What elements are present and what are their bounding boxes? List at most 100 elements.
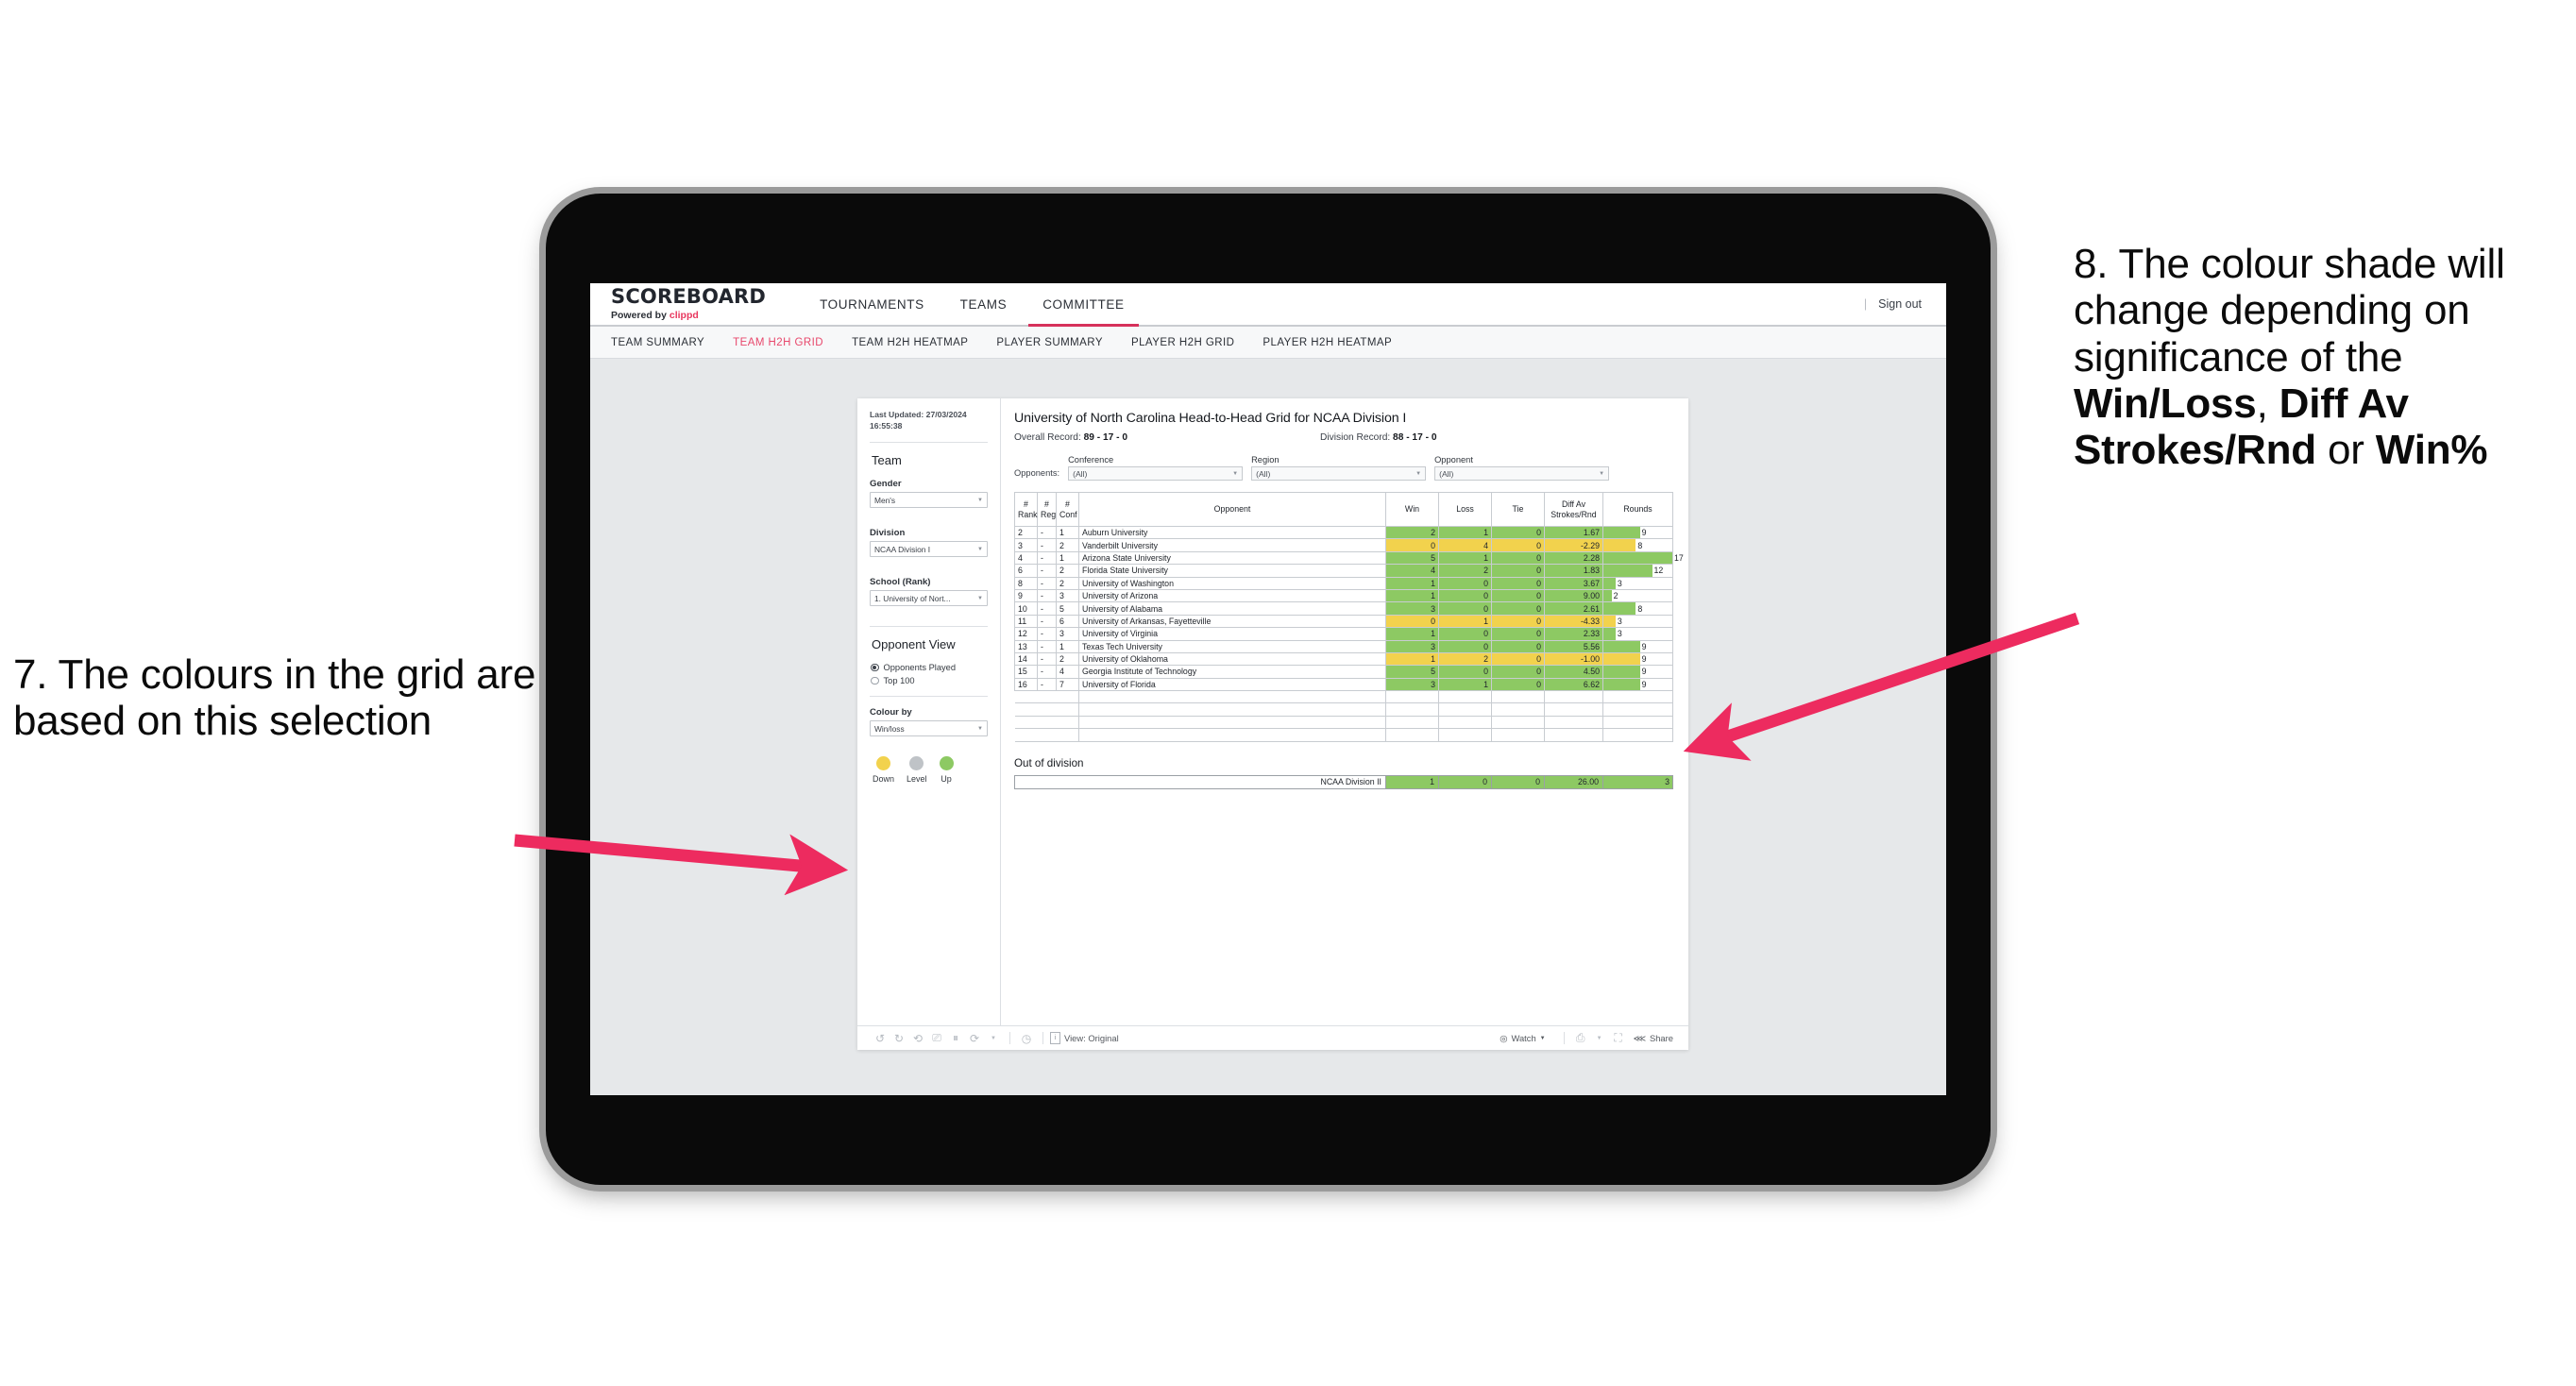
cell-rounds: 3	[1602, 627, 1673, 641]
revert-icon[interactable]: ⟲	[908, 1029, 927, 1048]
filler-cell	[1056, 690, 1079, 704]
rounds-bar	[1603, 527, 1640, 539]
cell-win: 3	[1385, 639, 1439, 653]
tab-player-h2h-grid[interactable]: PLAYER H2H GRID	[1131, 337, 1234, 348]
legend-label-down: Down	[873, 774, 895, 785]
brand-sub-prefix: Powered by	[611, 310, 669, 321]
filler-cell	[1438, 728, 1492, 742]
chevron-down-icon: ▼	[1232, 470, 1239, 477]
rounds-value: 3	[1617, 616, 1622, 626]
fullscreen-icon[interactable]: ⛶	[1609, 1029, 1628, 1048]
pause-icon[interactable]: ⏸	[946, 1029, 965, 1048]
annotation-right-text-2: ,	[2256, 380, 2279, 427]
undo-icon[interactable]: ↺	[871, 1029, 890, 1048]
colour-by-select[interactable]: Win/loss ▼	[870, 720, 988, 737]
cell-loss: 0	[1438, 665, 1492, 679]
gender-select[interactable]: Men's ▼	[870, 492, 988, 509]
out-of-division-table: NCAA Division II 1 0 0 26.00 3	[1014, 774, 1673, 789]
download-icon[interactable]: ⎙	[1571, 1029, 1590, 1048]
cell-reg: -	[1037, 564, 1057, 578]
redo-icon[interactable]: ↻	[890, 1029, 908, 1048]
cell-rounds: 17	[1602, 550, 1684, 566]
cell-rank: 2	[1014, 525, 1038, 540]
rounds-value: 9	[1641, 654, 1647, 665]
cell-win: 3	[1385, 601, 1439, 616]
radio-opponents-played-label: Opponents Played	[883, 663, 957, 673]
filler-cell	[1037, 728, 1057, 742]
cell-rank: 3	[1014, 538, 1038, 552]
school-select[interactable]: 1. University of Nort... ▼	[870, 590, 988, 607]
ood-win: 1	[1385, 774, 1439, 789]
share-button[interactable]: ⋘ Share	[1634, 1033, 1673, 1044]
rounds-value: 8	[1637, 603, 1643, 614]
nav-item-teams[interactable]: TEAMS	[942, 283, 1025, 325]
overall-record-value: 89 - 17 - 0	[1083, 432, 1128, 443]
secondary-nav: TEAM SUMMARY TEAM H2H GRID TEAM H2H HEAT…	[590, 327, 1946, 359]
view-original-button[interactable]: i View: Original	[1050, 1032, 1119, 1044]
cell-diff: -4.33	[1544, 614, 1603, 629]
cell-rounds: 8	[1602, 601, 1673, 616]
tab-team-h2h-grid[interactable]: TEAM H2H GRID	[733, 337, 823, 348]
col-conf: # Conf	[1056, 492, 1079, 527]
rounds-value: 9	[1641, 641, 1647, 651]
toolbar-divider	[1563, 1032, 1565, 1044]
cell-rank: 12	[1014, 627, 1038, 641]
cell-win: 0	[1385, 538, 1439, 552]
table-filler-row	[1014, 690, 1673, 704]
cell-tie: 0	[1491, 550, 1545, 566]
nav-item-committee[interactable]: COMMITTEE	[1025, 283, 1142, 327]
gender-value: Men's	[874, 495, 896, 505]
team-section-title: Team	[872, 453, 902, 468]
radio-opponents-played[interactable]: Opponents Played	[871, 663, 988, 672]
sign-out-link[interactable]: Sign out	[1878, 297, 1922, 311]
rounds-value: 17	[1674, 552, 1684, 563]
table-row: 4-1 Arizona State University 5 1 0 2.28 17	[1014, 550, 1684, 566]
cell-rank: 16	[1014, 677, 1038, 692]
cell-conf: 2	[1056, 564, 1079, 578]
filter-conference-select[interactable]: (All) ▼	[1068, 466, 1244, 481]
colour-by-label: Colour by	[870, 707, 912, 718]
col-loss: Loss	[1438, 492, 1492, 527]
filter-region-select[interactable]: (All) ▼	[1251, 466, 1427, 481]
cell-tie: 0	[1491, 588, 1545, 603]
rounds-value: 3	[1617, 578, 1622, 588]
chevron-down-icon: ▼	[977, 497, 983, 503]
refresh-icon[interactable]: ⎚	[927, 1029, 946, 1048]
radio-top-100[interactable]: Top 100	[871, 676, 988, 685]
division-select[interactable]: NCAA Division I ▼	[870, 541, 988, 558]
cell-opponent: University of Virginia	[1078, 627, 1386, 641]
tab-team-summary[interactable]: TEAM SUMMARY	[611, 337, 704, 348]
rounds-bar	[1603, 589, 1612, 602]
cell-win: 3	[1385, 677, 1439, 692]
table-row: 12-3 University of Virginia 1 0 0 2.33 3	[1014, 627, 1673, 641]
filter-opponent-select[interactable]: (All) ▼	[1434, 466, 1610, 481]
filler-cell	[1056, 728, 1079, 742]
cell-conf: 2	[1056, 538, 1079, 552]
watch-button[interactable]: ◎ Watch ▼	[1500, 1033, 1545, 1044]
ood-rounds-value: 3	[1665, 777, 1669, 787]
header-divider: |	[1863, 297, 1868, 311]
cell-opponent: Georgia Institute of Technology	[1078, 665, 1386, 679]
cell-win: 2	[1385, 525, 1439, 540]
filler-cell	[1438, 702, 1492, 717]
tab-player-summary[interactable]: PLAYER SUMMARY	[996, 337, 1103, 348]
filter-opponent-caption: Opponent	[1434, 455, 1473, 465]
tab-player-h2h-heatmap[interactable]: PLAYER H2H HEATMAP	[1263, 337, 1392, 348]
chevron-down-icon[interactable]: ▼	[984, 1029, 1003, 1048]
brand-sub-accent: clippd	[669, 310, 699, 321]
brand-logo: SCOREBOARD Powered by clippd	[611, 287, 766, 322]
cell-diff: 1.67	[1544, 525, 1603, 540]
cell-conf: 1	[1056, 639, 1079, 653]
nav-item-tournaments[interactable]: TOURNAMENTS	[802, 283, 942, 325]
tab-team-h2h-heatmap[interactable]: TEAM H2H HEATMAP	[852, 337, 968, 348]
chevron-down-icon[interactable]: ▼	[1590, 1029, 1609, 1048]
filler-cell	[1014, 690, 1038, 704]
cell-conf: 2	[1056, 576, 1079, 590]
divider	[870, 442, 988, 444]
cell-conf: 5	[1056, 601, 1079, 616]
history-icon[interactable]: ◷	[1017, 1029, 1036, 1048]
annotation-right-bold-3: Win%	[2375, 427, 2488, 474]
annotation-right-text-3: or	[2315, 427, 2376, 474]
viz-title: University of North Carolina Head-to-Hea…	[1014, 411, 1407, 426]
reset-icon[interactable]: ⟳	[965, 1029, 984, 1048]
